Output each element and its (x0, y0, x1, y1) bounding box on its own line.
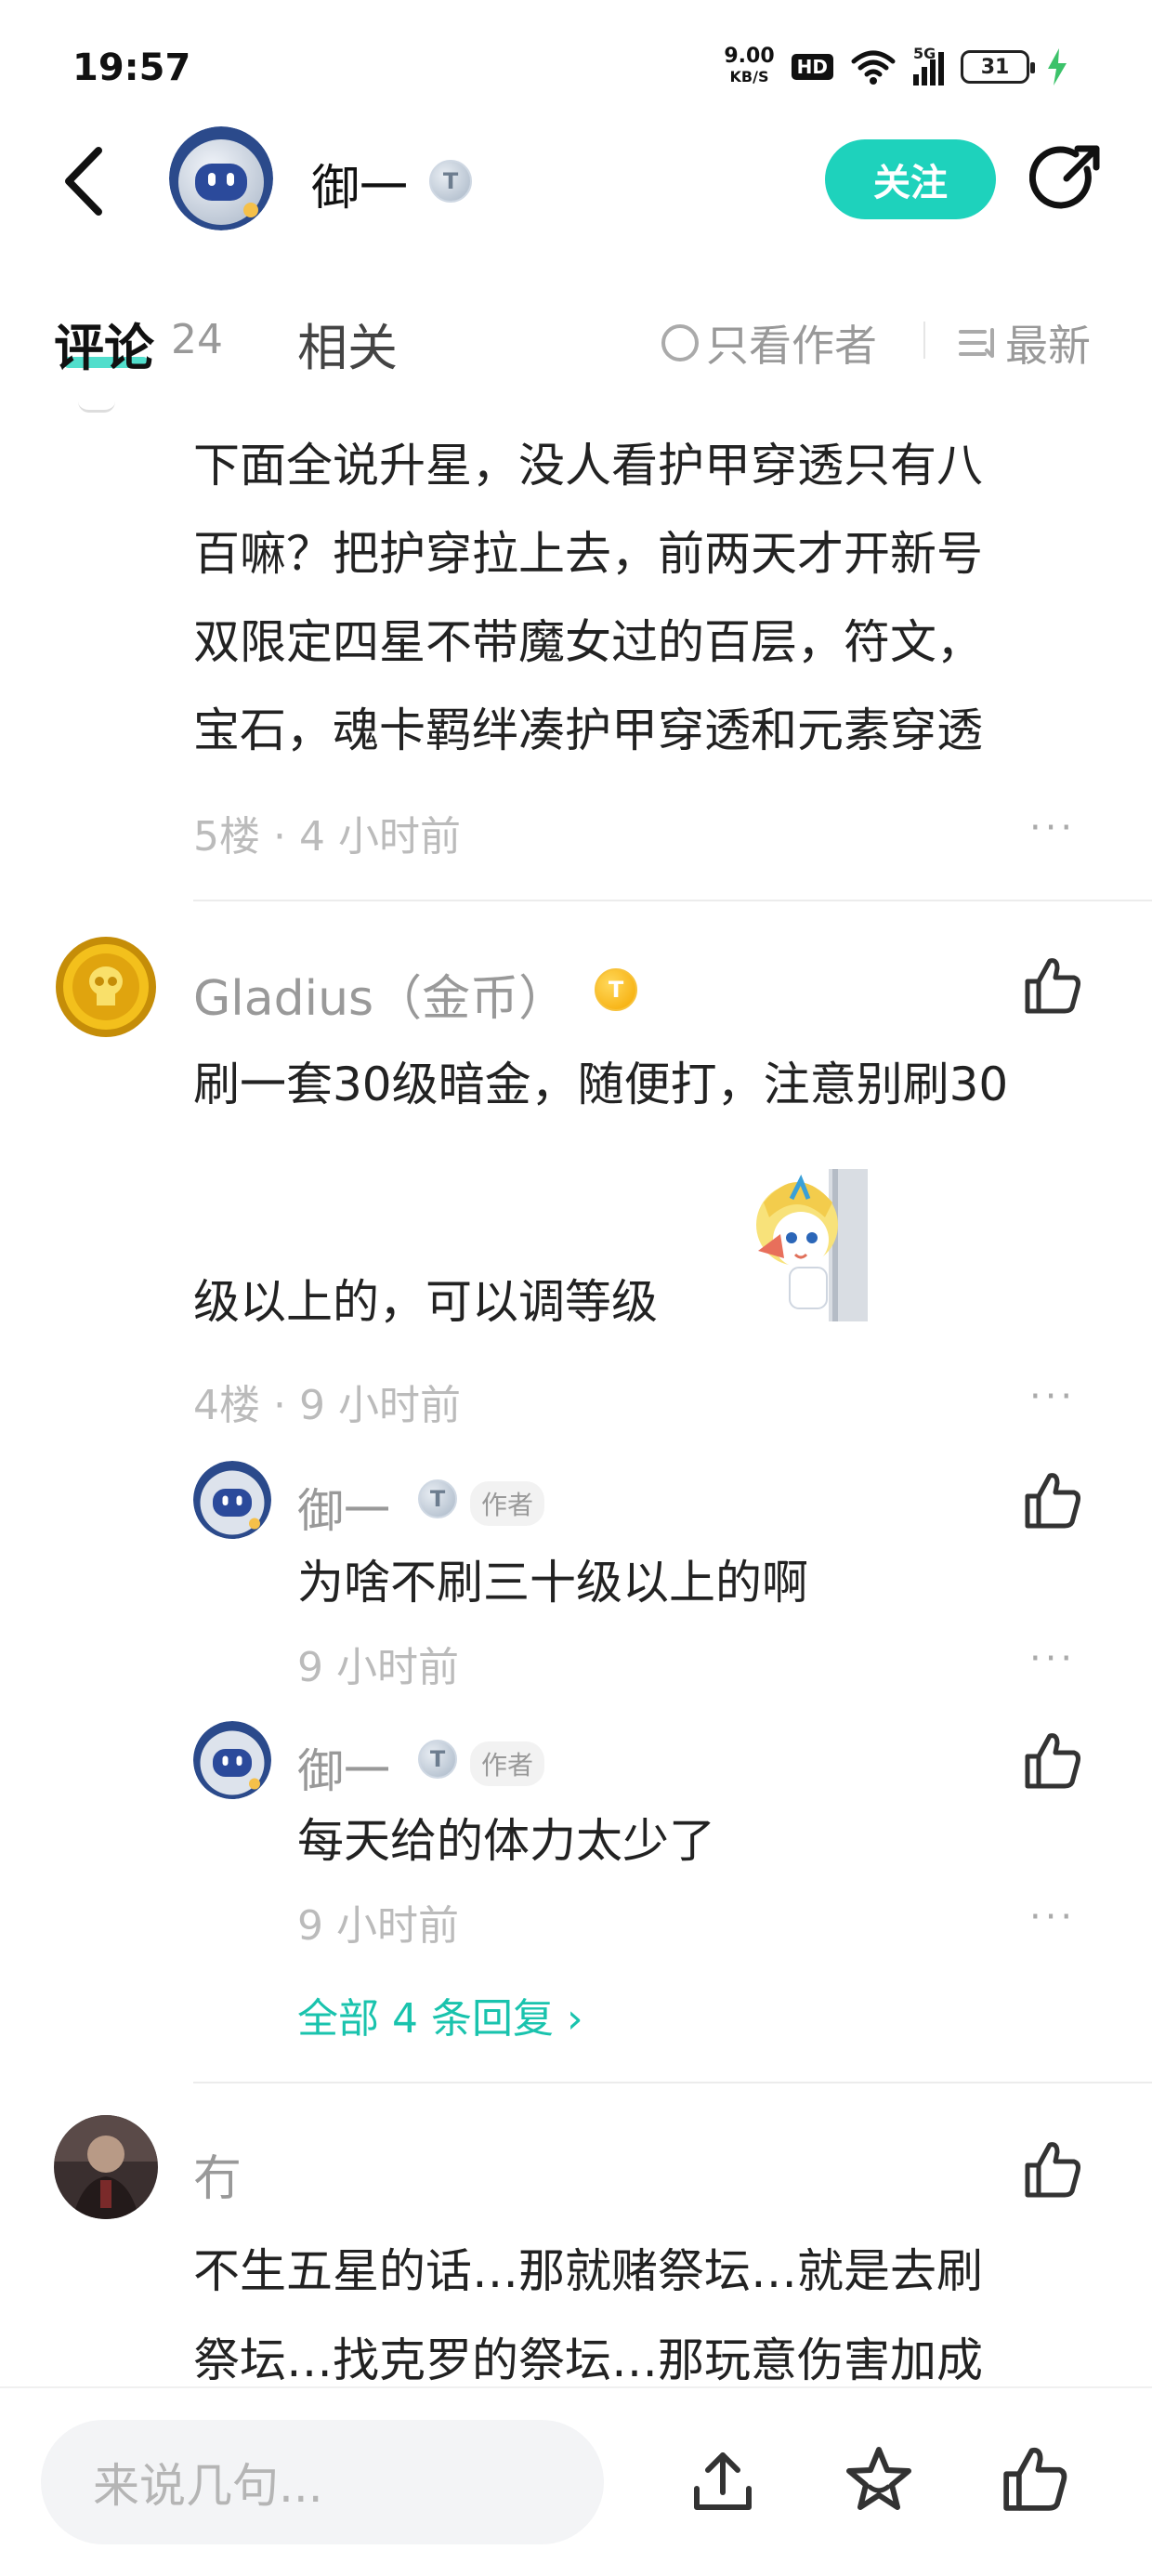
level-badge-icon: T (595, 968, 637, 1011)
author-only-label: 只看作者 (706, 321, 877, 371)
upload-icon[interactable] (686, 2444, 760, 2518)
divider (193, 2082, 1152, 2083)
author-tag: 作者 (470, 1741, 545, 1786)
sort-button[interactable]: 最新 (957, 312, 1091, 374)
level-badge-icon: T (418, 1479, 457, 1518)
more-dots-icon[interactable]: ··· (1029, 807, 1076, 849)
comment-line: 双限定四星不带魔女过的百层，符文， (193, 615, 983, 669)
comment-username[interactable]: Gladius（金币） (193, 959, 567, 1029)
star-icon[interactable] (842, 2442, 916, 2517)
comment-line: 不生五星的话…那就赌祭坛…就是去刷 (193, 2244, 983, 2298)
level-badge-icon: T (429, 160, 472, 203)
floor-label: 4楼 (193, 1382, 260, 1429)
comment-meta: 5楼 · 4 小时前 (193, 813, 461, 861)
timestamp: 9 小时前 (297, 1902, 459, 1950)
reply-text[interactable]: 每天给的体力太少了 (297, 1799, 715, 1883)
timestamp: 4 小时前 (298, 813, 461, 861)
net-speed-unit: KB/S (729, 68, 769, 85)
reply-text[interactable]: 为啥不刷三十级以上的啊 (297, 1541, 808, 1624)
reply-username[interactable]: 御一 (297, 1734, 390, 1801)
sort-label: 最新 (1005, 321, 1091, 371)
signal-type: 5G (913, 45, 936, 62)
more-dots-icon[interactable]: ··· (1029, 1896, 1076, 1939)
comment-input[interactable]: 来说几句... (41, 2420, 604, 2544)
more-dots-icon[interactable]: ··· (1029, 1637, 1076, 1680)
battery-level: 31 (980, 55, 1010, 79)
comment-body[interactable]: 下面全说升星，没人看护甲穿透只有八 百嘛？把护穿拉上去，前两天才开新号 双限定四… (193, 422, 1104, 775)
thumbs-up-icon[interactable] (998, 2442, 1072, 2517)
radio-circle-icon (661, 324, 699, 361)
level-badge-icon: T (418, 1740, 457, 1779)
sort-icon (959, 328, 994, 358)
author-tag: 作者 (470, 1481, 545, 1526)
thumbs-up-icon[interactable] (1020, 1728, 1085, 1794)
floor-label: 5楼 (193, 813, 260, 861)
comment-line: 下面全说升星，没人看护甲穿透只有八 (193, 439, 983, 493)
comment-line[interactable]: 级以上的，可以调等级 (193, 1260, 751, 1344)
comment-line: 百嘛？把护穿拉上去，前两天才开新号 (193, 527, 983, 581)
net-speed: 9.00 KB/S (724, 46, 774, 87)
avatar[interactable] (54, 935, 158, 1039)
comment-body[interactable]: 不生五星的话…那就赌祭坛…就是去刷 祭坛…找克罗的祭坛…那玩意伤害加成 (193, 2227, 1122, 2405)
follow-button[interactable]: 关注 (825, 139, 996, 219)
reply-username[interactable]: 御一 (297, 1474, 390, 1541)
comment-line: 宝石，魂卡羁绊凑护甲穿透和元素穿透 (193, 703, 983, 757)
hd-badge: HD (791, 54, 833, 80)
back-arrow-icon[interactable] (56, 139, 111, 223)
comments-count: 24 (171, 316, 223, 363)
avatar[interactable] (169, 126, 273, 230)
header-username[interactable]: 御一 (311, 149, 408, 218)
status-icons: 9.00 KB/S HD 5G 31 (724, 41, 1068, 93)
net-speed-value: 9.00 (724, 45, 775, 68)
comment-meta: 4楼 · 9 小时前 (193, 1382, 461, 1429)
thumbs-up-icon[interactable] (1020, 953, 1085, 1019)
thumbs-up-icon[interactable] (1020, 2137, 1085, 2202)
timestamp: 9 小时前 (297, 1644, 459, 1691)
comment-username[interactable]: 冇 (193, 2139, 242, 2209)
avatar-edge (78, 401, 115, 413)
tab-comments[interactable]: 评论 (54, 307, 154, 380)
view-all-replies-link[interactable]: 全部 4 条回复 › (297, 1985, 583, 2044)
battery-icon: 31 (961, 50, 1035, 84)
sticker-image (756, 1169, 868, 1321)
avatar[interactable] (193, 1461, 271, 1539)
tab-related[interactable]: 相关 (297, 307, 398, 380)
timestamp: 9 小时前 (298, 1382, 461, 1429)
cell-signal-icon: 5G (913, 45, 944, 85)
avatar[interactable] (193, 1721, 271, 1799)
thumbs-up-icon[interactable] (1020, 1468, 1085, 1533)
more-dots-icon[interactable]: ··· (1029, 1375, 1076, 1418)
comment-line[interactable]: 刷一套30级暗金，随便打，注意别刷30 (193, 1043, 1122, 1126)
tab-separator (923, 322, 925, 359)
share-icon[interactable] (1029, 141, 1106, 217)
divider (193, 900, 1152, 901)
author-only-toggle[interactable]: 只看作者 (661, 312, 877, 374)
status-time: 19:57 (72, 46, 191, 89)
wifi-icon (851, 50, 896, 85)
charging-icon (1048, 48, 1067, 85)
avatar[interactable] (54, 2115, 158, 2219)
